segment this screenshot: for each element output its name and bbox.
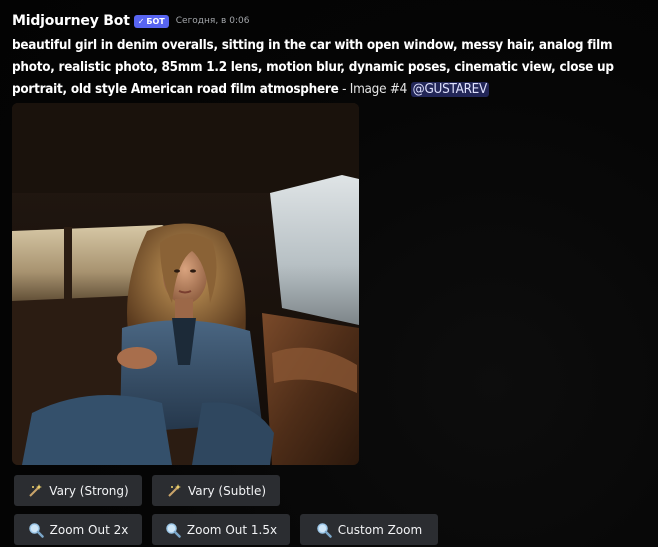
magnifier-icon [316, 522, 332, 538]
zoom-out-2x-label: Zoom Out 2x [49, 522, 129, 537]
image-number: - Image #4 [338, 82, 411, 97]
bot-badge: ✓ БОТ [133, 14, 169, 28]
vary-strong-label: Vary (Strong) [49, 483, 129, 498]
vary-subtle-label: Vary (Subtle) [187, 483, 267, 498]
message-timestamp: Сегодня, в 0:06 [175, 16, 250, 26]
verified-check-icon: ✓ [137, 16, 145, 26]
magic-wand-icon [166, 483, 182, 499]
custom-zoom-label: Custom Zoom [337, 522, 423, 537]
message-content: beautiful girl in denim overalls, sittin… [12, 35, 656, 101]
custom-zoom-button[interactable]: Custom Zoom [300, 514, 438, 545]
zoom-out-1-5x-button[interactable]: Zoom Out 1.5x [152, 514, 290, 545]
message-header: Midjourney Bot ✓ БОТ Сегодня, в 0:06 [12, 13, 249, 29]
vary-strong-button[interactable]: Vary (Strong) [14, 475, 142, 506]
magnifier-icon [165, 522, 181, 538]
zoom-out-2x-button[interactable]: Zoom Out 2x [14, 514, 142, 545]
bot-badge-label: БОТ [146, 16, 165, 26]
author-name[interactable]: Midjourney Bot [12, 13, 130, 29]
vary-subtle-button[interactable]: Vary (Subtle) [152, 475, 280, 506]
zoom-out-1-5x-label: Zoom Out 1.5x [186, 522, 278, 537]
user-mention[interactable]: @GUSTAREV [410, 82, 490, 97]
generated-image[interactable] [12, 103, 359, 465]
discord-message: Midjourney Bot ✓ БОТ Сегодня, в 0:06 bea… [0, 0, 658, 547]
magnifier-icon [28, 522, 44, 538]
magic-wand-icon [27, 483, 43, 499]
prompt-text: beautiful girl in denim overalls, sittin… [12, 38, 614, 97]
